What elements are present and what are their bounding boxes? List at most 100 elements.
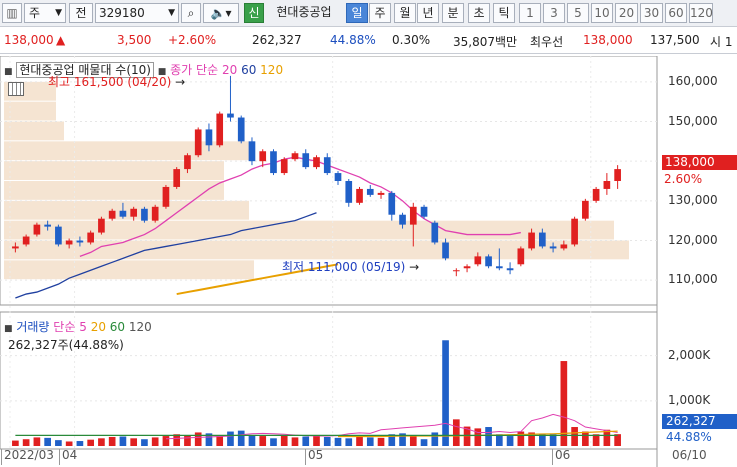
search-icon[interactable]: ⌕ (181, 3, 201, 23)
interval-tab[interactable]: 10 (591, 3, 613, 23)
candle-down (495, 266, 503, 269)
code-input[interactable]: 329180 ▼ (95, 3, 179, 23)
interval-tab[interactable]: 120 (689, 3, 713, 23)
date-tick-label: 06/10 (672, 448, 707, 462)
period-tab[interactable]: 주 (369, 3, 391, 23)
candle-up (452, 270, 460, 272)
candle-up (87, 232, 94, 243)
volume-bar (431, 432, 439, 446)
candle-up (582, 200, 589, 219)
period-tab[interactable]: 초 (468, 3, 490, 23)
up-arrow-icon: ▲ (56, 33, 66, 47)
candle-down (399, 214, 406, 225)
volume-bar (162, 436, 170, 446)
best-price-label: 최우선 (530, 35, 564, 49)
volume-bar (442, 340, 449, 446)
date-tick-mark (59, 449, 60, 465)
candle-down (345, 181, 353, 203)
prev-button[interactable]: 전 (69, 3, 93, 23)
chevron-down-icon: ▼ (55, 8, 62, 18)
volume-bar (227, 431, 234, 446)
candle-up (560, 244, 568, 249)
candle-up (173, 169, 181, 187)
new-badge[interactable]: 신 (244, 3, 264, 23)
candle-down (420, 206, 428, 217)
last-volume-pct-tag: 44.88% (666, 430, 712, 444)
interval-tab[interactable]: 1 (519, 3, 541, 23)
profile-bar (4, 121, 64, 141)
period-tab[interactable]: 일 (346, 3, 368, 23)
volume-legend-title[interactable]: 거래량 (16, 320, 49, 334)
volume-legend-ma5[interactable]: 5 (79, 320, 87, 334)
volume-tick-label: 1,000K (668, 392, 711, 407)
volume-legend-ma60[interactable]: 60 (110, 320, 125, 334)
candle-up (614, 169, 621, 181)
candle-down (431, 222, 439, 243)
profile-bar (4, 200, 249, 220)
volume-bar (345, 438, 353, 446)
candle-down (76, 240, 84, 243)
candle-up (259, 151, 267, 162)
chart-type-icon[interactable]: ▥ (2, 3, 22, 23)
volume-legend-ma20[interactable]: 20 (91, 320, 106, 334)
candle-down (248, 141, 256, 162)
candle-down (366, 188, 374, 195)
interval-tab[interactable]: 3 (543, 3, 565, 23)
last-volume-tag: 262,327 (662, 414, 737, 429)
candle-down (323, 157, 331, 174)
date-tick-label: 04 (62, 448, 78, 462)
volume-tick-label: 2,000K (668, 347, 711, 362)
speaker-icon[interactable]: 🔈▾ (203, 3, 239, 23)
candle-up (33, 224, 41, 235)
volume-bar (474, 428, 482, 446)
volume-bar (151, 437, 159, 446)
date-tick-mark (552, 449, 553, 465)
ask-price: 138,000 (583, 33, 633, 47)
candle-up (603, 181, 611, 189)
profile-bar (4, 101, 56, 121)
volume-bar (495, 434, 503, 446)
interval-tab[interactable]: 30 (640, 3, 663, 23)
arrow-right-icon: → (175, 75, 186, 89)
candle-up (463, 266, 471, 269)
price-tick-label: 160,000 (668, 73, 718, 88)
candle-up (280, 159, 288, 174)
interval-tab[interactable]: 5 (567, 3, 589, 23)
legend-marker-icon: ■ (4, 324, 13, 334)
table-icon[interactable] (8, 82, 24, 96)
legend-ma60[interactable]: 60 (241, 63, 256, 77)
quote-bar: 138,000 ▲ 3,500 +2.60% 262,327 44.88% 0.… (0, 28, 737, 54)
candle-down (539, 232, 546, 247)
candle-down (55, 226, 62, 245)
period-tab[interactable]: 년 (417, 3, 439, 23)
candle-up (162, 186, 170, 207)
low-label: 최저 111,000 (05/19) → (282, 258, 419, 275)
volume-legend-ma-label[interactable]: 단순 (53, 320, 75, 334)
volume-ma-lines (15, 413, 618, 440)
market-select-label: 주 (29, 6, 41, 20)
price-tick-label: 120,000 (668, 232, 718, 247)
interval-tab[interactable]: 20 (615, 3, 638, 23)
candle-down (506, 268, 514, 271)
chart-area[interactable]: ■ 현대중공업 매물대 수(10) ■ 종가 단순 20 60 120 최고 1… (0, 56, 737, 467)
legend-marker-icon: ■ (4, 67, 13, 77)
volume-bar (291, 437, 299, 446)
candle-up (313, 157, 320, 168)
stock-name: 현대중공업 (276, 5, 332, 19)
period-tab[interactable]: 분 (442, 3, 464, 23)
price-tick-label: 130,000 (668, 192, 718, 207)
volume-legend-ma120[interactable]: 120 (129, 320, 152, 334)
candle-up (98, 218, 105, 233)
candle-up (377, 192, 385, 195)
price-tick-label: 110,000 (668, 272, 718, 287)
interval-tab[interactable]: 60 (665, 3, 687, 23)
period-tab[interactable]: 틱 (493, 3, 515, 23)
volume-bar (270, 438, 277, 446)
legend-ma120[interactable]: 120 (260, 63, 283, 77)
period-tab[interactable]: 월 (394, 3, 416, 23)
volume-bar (377, 437, 385, 446)
price-change-pct: +2.60% (168, 33, 217, 47)
chevron-down-icon: ▼ (168, 8, 175, 18)
legend-ma20[interactable]: 20 (222, 63, 237, 77)
market-select[interactable]: 주 ▼ (24, 3, 66, 23)
